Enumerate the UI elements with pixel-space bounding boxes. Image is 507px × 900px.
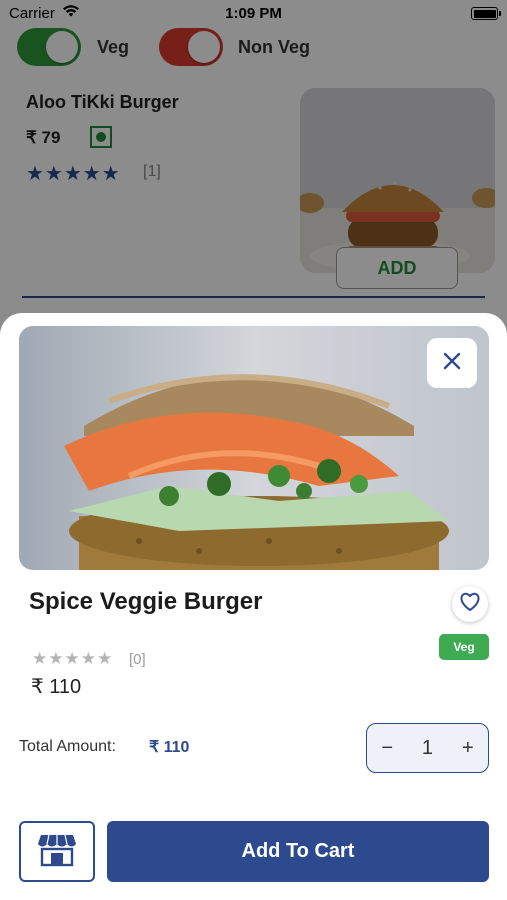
veg-badge: Veg xyxy=(439,634,489,660)
close-button[interactable] xyxy=(427,338,477,388)
store-button[interactable] xyxy=(19,821,95,882)
item-title: Spice Veggie Burger xyxy=(29,588,263,615)
add-to-cart-button[interactable]: Add To Cart xyxy=(107,821,489,882)
item-price: ₹ 110 xyxy=(31,676,82,698)
quantity-value: 1 xyxy=(421,736,434,759)
item-detail-sheet: Spice Veggie Burger Veg ★★★★★ [0] ₹ 110 … xyxy=(0,313,507,900)
heart-icon xyxy=(459,592,481,617)
store-icon xyxy=(37,831,77,872)
close-icon xyxy=(442,351,462,376)
quantity-stepper: − 1 + xyxy=(366,723,489,773)
total-amount-value: ₹ 110 xyxy=(149,739,190,756)
favorite-button[interactable] xyxy=(452,586,488,622)
total-amount-label: Total Amount: xyxy=(19,738,116,755)
item-rating: ★★★★★ xyxy=(32,649,114,668)
item-review-count: [0] xyxy=(129,651,146,668)
increment-button[interactable]: + xyxy=(453,737,483,760)
decrement-button[interactable]: − xyxy=(372,737,402,760)
item-hero-image xyxy=(19,326,489,570)
